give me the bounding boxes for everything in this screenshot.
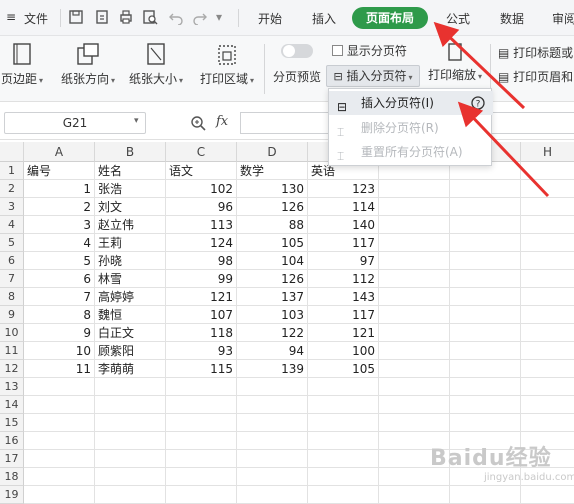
- annotation-arrows: [433, 21, 550, 198]
- arrow-to-page-layout-tab: [433, 21, 526, 110]
- watermark-url: jingyan.baidu.com: [484, 472, 574, 483]
- watermark-logo: Baidu经验: [430, 446, 552, 471]
- arrow-to-insert-page-break: [457, 101, 550, 198]
